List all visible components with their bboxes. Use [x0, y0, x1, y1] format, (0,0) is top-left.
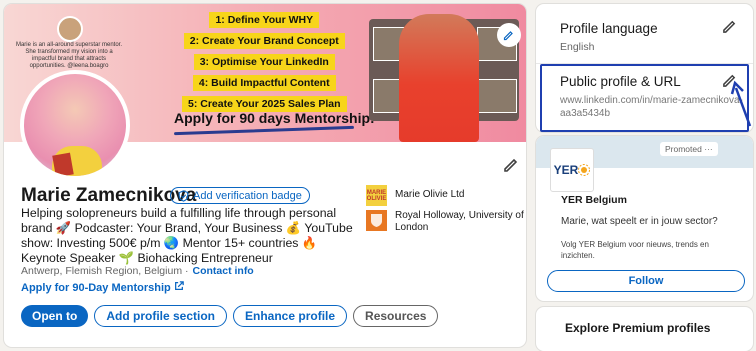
- banner-steps: 1: Define Your WHY 2: Create Your Brand …: [182, 12, 347, 112]
- location-text: Antwerp, Flemish Region, Belgium ·: [21, 265, 189, 277]
- profile-headline: Helping solopreneurs build a fulfilling …: [21, 206, 353, 265]
- explore-premium-title: Explore Premium profiles: [565, 321, 711, 335]
- follow-button[interactable]: Follow: [547, 270, 745, 292]
- photo-book: [52, 152, 74, 176]
- ad-logo-text: YER: [553, 163, 579, 177]
- mentorship-link-label: Apply for 90-Day Mentorship: [21, 282, 171, 294]
- annotation-arrow-icon: [730, 80, 752, 127]
- add-verification-badge-button[interactable]: Add verification badge: [170, 187, 310, 204]
- banner-speaker: [399, 14, 479, 142]
- profile-location: Antwerp, Flemish Region, Belgium · Contac…: [21, 265, 254, 277]
- edit-language-button[interactable]: [722, 18, 737, 36]
- banner-step: 3: Optimise Your LinkedIn: [193, 54, 335, 70]
- company-name: Marie Olivie Ltd: [395, 189, 465, 200]
- testimonial-avatar: [57, 16, 83, 42]
- verify-badge-label: Add verification badge: [193, 189, 302, 202]
- ad-body: Volg YER Belgium voor nieuws, trends en …: [561, 240, 709, 260]
- university-crest-icon: [366, 210, 387, 231]
- edit-intro-button[interactable]: [503, 156, 519, 177]
- external-link-icon: [174, 281, 184, 290]
- ad-question: Marie, wat speelt er in jouw sector?: [561, 216, 718, 227]
- sun-logo-icon: [578, 164, 591, 176]
- ad-company-logo: YER: [550, 148, 594, 192]
- open-to-button[interactable]: Open to: [21, 305, 89, 327]
- profile-language-title: Profile language: [560, 21, 658, 36]
- banner-step: 4: Build Impactful Content: [192, 75, 336, 91]
- promoted-label[interactable]: Promoted ···: [660, 142, 718, 156]
- contact-info-link[interactable]: Contact info: [192, 265, 253, 277]
- ad-company-name: YER Belgium: [561, 194, 627, 206]
- profile-photo[interactable]: [20, 70, 130, 180]
- enhance-profile-button[interactable]: Enhance profile: [233, 305, 348, 327]
- edit-banner-button[interactable]: [497, 23, 521, 47]
- profile-language-value: English: [560, 41, 595, 53]
- pencil-icon: [503, 31, 513, 41]
- banner-underline: [174, 125, 354, 136]
- explore-premium-card: Explore Premium profiles: [536, 307, 753, 351]
- resources-button[interactable]: Resources: [353, 305, 439, 327]
- profile-card: Marie is an all-around superstar mentor.…: [4, 4, 526, 347]
- pencil-icon: [504, 158, 518, 172]
- promoted-ad-card[interactable]: YER Promoted ··· YER Belgium Marie, wat …: [536, 136, 753, 301]
- shield-check-icon: [178, 189, 189, 202]
- company-logo: MARIE OLIVIE: [366, 185, 387, 206]
- banner-step: 2: Create Your Brand Concept: [183, 33, 345, 49]
- banner-apply-text: Apply for 90 days Mentorship!: [174, 110, 375, 126]
- video-tile: [477, 79, 517, 113]
- highlight-box: [540, 64, 749, 132]
- mentorship-link[interactable]: Apply for 90-Day Mentorship: [21, 281, 184, 294]
- pencil-icon: [723, 20, 736, 33]
- profile-actions: Open to Add profile section Enhance prof…: [21, 305, 439, 327]
- testimonial-text: Marie is an all-around superstar mentor.…: [15, 42, 123, 69]
- org-current-company[interactable]: MARIE OLIVIE Marie Olivie Ltd: [366, 185, 526, 206]
- org-education[interactable]: Royal Holloway, University of London: [366, 210, 526, 234]
- add-profile-section-button[interactable]: Add profile section: [94, 305, 228, 327]
- school-name: Royal Holloway, University of London: [395, 210, 524, 233]
- banner-step: 1: Define Your WHY: [209, 12, 320, 28]
